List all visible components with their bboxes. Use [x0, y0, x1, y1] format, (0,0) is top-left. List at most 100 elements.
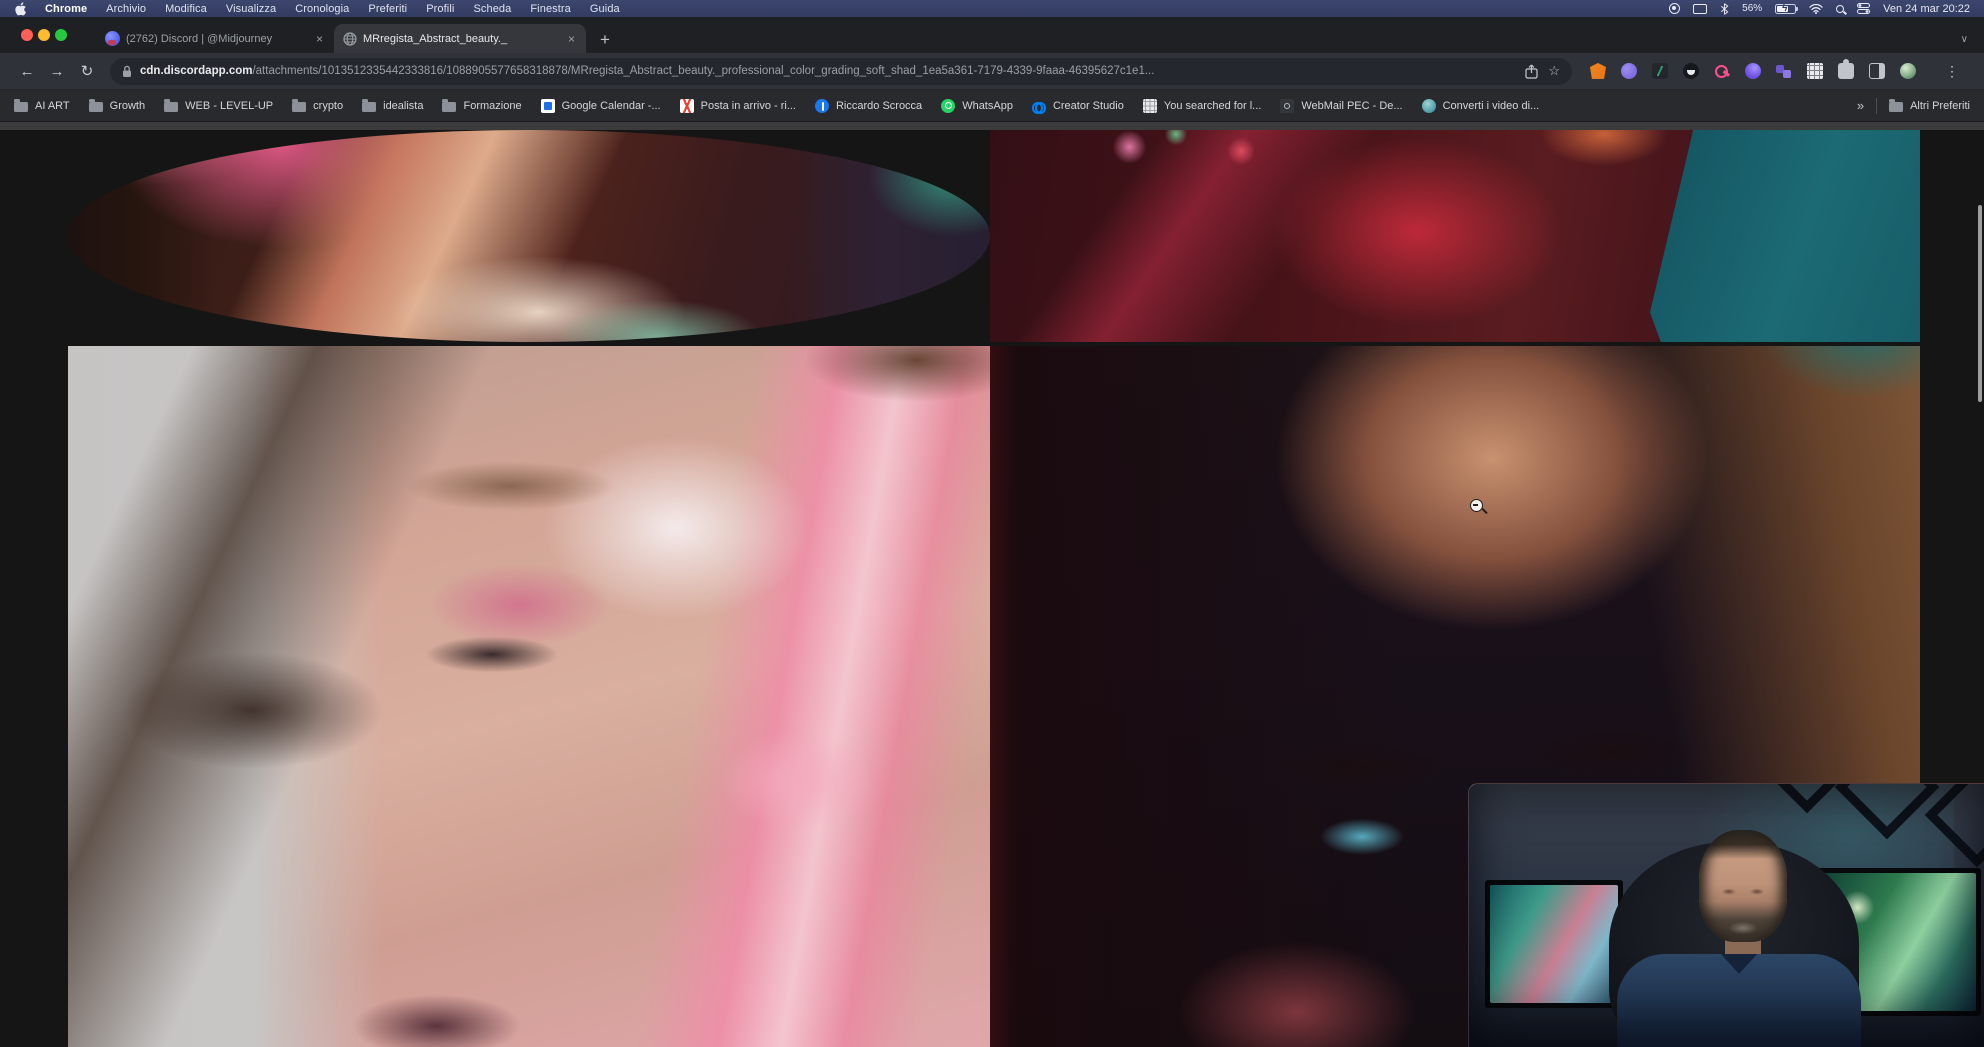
bookmark-folder-growth[interactable]: Growth [89, 100, 145, 112]
grid-extension-icon[interactable] [1807, 63, 1823, 79]
ssl-lock-icon[interactable] [122, 65, 132, 78]
google-calendar-icon [541, 99, 555, 113]
spotlight-icon[interactable] [1836, 5, 1844, 13]
battery-icon[interactable]: ϟ [1775, 4, 1796, 14]
bookmark-star-icon[interactable]: ☆ [1548, 63, 1560, 79]
forward-button[interactable]: → [42, 63, 72, 80]
tab-search-chevron[interactable]: ∨ [1961, 34, 1968, 45]
new-tab-button[interactable]: + [600, 31, 610, 48]
green-n-extension-icon[interactable] [1652, 63, 1668, 79]
share-icon[interactable] [1525, 64, 1538, 79]
close-window-button[interactable] [21, 29, 33, 41]
bookmark-label: Formazione [463, 100, 521, 112]
menubar-item-visualizza[interactable]: Visualizza [226, 3, 276, 15]
browser-menu-icon[interactable]: ⋮ [1945, 63, 1959, 80]
macos-menubar: Chrome Archivio Modifica Visualizza Cron… [0, 0, 1984, 17]
url-domain: cdn.discordapp.com [140, 65, 252, 77]
wifi-icon[interactable] [1809, 4, 1823, 14]
bookmark-label: Riccardo Scrocca [836, 100, 922, 112]
menubar-item-chrome[interactable]: Chrome [45, 3, 87, 15]
url-path: /attachments/1013512335442333816/1088905… [252, 65, 1517, 77]
close-tab-icon[interactable]: × [314, 32, 325, 46]
folder-icon [89, 102, 103, 112]
bookmark-whatsapp[interactable]: WhatsApp [941, 99, 1013, 113]
bookmark-label: Posta in arrivo - ri... [701, 100, 796, 112]
menubar-item-modifica[interactable]: Modifica [165, 3, 207, 15]
menubar-item-finestra[interactable]: Finestra [530, 3, 571, 15]
menubar-item-preferiti[interactable]: Preferiti [368, 3, 407, 15]
discord-favicon [105, 31, 120, 46]
bookmark-label: crypto [313, 100, 343, 112]
browser-toolbar: ← → ↻ cdn.discordapp.com /attachments/10… [0, 53, 1984, 90]
facebook-icon [815, 99, 829, 113]
metamask-extension-icon[interactable] [1590, 63, 1606, 79]
menubar-item-scheda[interactable]: Scheda [473, 3, 511, 15]
bookmark-webmail-pec[interactable]: WebMail PEC - De... [1280, 99, 1402, 113]
reload-button[interactable]: ↻ [72, 62, 102, 80]
bookmark-label: WhatsApp [962, 100, 1013, 112]
bookmark-video-converter[interactable]: Converti i video di... [1422, 99, 1540, 113]
bookmark-search-results[interactable]: You searched for l... [1143, 99, 1261, 113]
record-status-icon[interactable] [1669, 3, 1680, 14]
webmail-icon [1280, 99, 1294, 113]
scrollbar-thumb[interactable] [1978, 205, 1982, 402]
screen: Chrome Archivio Modifica Visualizza Cron… [0, 0, 1984, 1047]
bookmark-label: Google Calendar -... [562, 100, 661, 112]
purple-ball-extension-icon[interactable] [1745, 63, 1761, 79]
control-center-icon[interactable] [1857, 3, 1870, 14]
bookmarks-bar: AI ART Growth WEB - LEVEL-UP crypto idea… [0, 90, 1984, 122]
menubar-clock[interactable]: Ven 24 mar 20:22 [1883, 3, 1970, 15]
menubar-item-guida[interactable]: Guida [590, 3, 620, 15]
dark-circle-extension-icon[interactable] [1683, 63, 1699, 79]
purple-extension-icon[interactable] [1621, 63, 1637, 79]
bookmark-label: idealista [383, 100, 423, 112]
folder-icon [164, 102, 178, 112]
tab-title: MRregista_Abstract_beauty._ [363, 33, 560, 45]
password-key-extension-icon[interactable] [1714, 63, 1730, 79]
menubar-status-area: 56% ϟ Ven 24 mar 20:22 [1669, 3, 1970, 15]
bookmark-creator-studio[interactable]: Creator Studio [1032, 99, 1124, 113]
display-icon[interactable] [1693, 4, 1707, 14]
extensions-row: ⋮ [1590, 63, 1975, 80]
bookmark-folder-ai-art[interactable]: AI ART [14, 100, 70, 112]
bookmark-facebook-profile[interactable]: Riccardo Scrocca [815, 99, 922, 113]
menubar-item-archivio[interactable]: Archivio [106, 3, 146, 15]
magnifier-handle-icon [1481, 507, 1488, 514]
fullscreen-window-button[interactable] [55, 29, 67, 41]
tab-title: (2762) Discord | @Midjourney [126, 33, 308, 45]
bookmark-google-calendar[interactable]: Google Calendar -... [541, 99, 661, 113]
bluetooth-icon[interactable] [1720, 3, 1729, 15]
image-quadrant-top-left-abstract[interactable] [68, 130, 990, 342]
tab-discord[interactable]: (2762) Discord | @Midjourney × [96, 24, 334, 53]
bookmark-folder-crypto[interactable]: crypto [292, 100, 343, 112]
close-tab-icon[interactable]: × [566, 32, 577, 46]
bookmark-folder-idealista[interactable]: idealista [362, 100, 423, 112]
profile-avatar[interactable] [1900, 63, 1916, 79]
other-bookmarks-folder[interactable]: Altri Preferiti [1889, 100, 1970, 112]
apple-menu-icon[interactable] [14, 2, 27, 16]
purple-blocks-extension-icon[interactable] [1776, 63, 1792, 79]
folder-icon [292, 102, 306, 112]
menubar-item-cronologia[interactable]: Cronologia [295, 3, 349, 15]
bookmark-label: Creator Studio [1053, 100, 1124, 112]
menubar-item-profili[interactable]: Profili [426, 3, 454, 15]
bookmarks-overflow-chevron[interactable]: » [1857, 98, 1864, 113]
folder-icon [14, 102, 28, 112]
tab-strip: (2762) Discord | @Midjourney × MRregista… [0, 17, 1984, 53]
bookmark-gmail-inbox[interactable]: Posta in arrivo - ri... [680, 99, 796, 113]
folder-icon [1889, 102, 1903, 112]
side-panel-icon[interactable] [1869, 63, 1885, 79]
extensions-puzzle-icon[interactable] [1838, 63, 1854, 79]
bookmark-label: AI ART [35, 100, 70, 112]
address-bar[interactable]: cdn.discordapp.com /attachments/10135123… [110, 58, 1572, 85]
image-quadrant-top-right-abstract[interactable] [990, 130, 1920, 342]
tab-image-viewer[interactable]: MRregista_Abstract_beauty._ × [334, 24, 586, 53]
bookmark-folder-formazione[interactable]: Formazione [442, 100, 521, 112]
minimize-window-button[interactable] [38, 29, 50, 41]
back-button[interactable]: ← [12, 63, 42, 80]
magnifier-lens-icon [1470, 499, 1483, 512]
search-results-icon [1143, 99, 1157, 113]
bookmark-folder-web-level-up[interactable]: WEB - LEVEL-UP [164, 100, 273, 112]
image-quadrant-bottom-left-portrait[interactable] [68, 346, 990, 1047]
folder-icon [442, 102, 456, 112]
